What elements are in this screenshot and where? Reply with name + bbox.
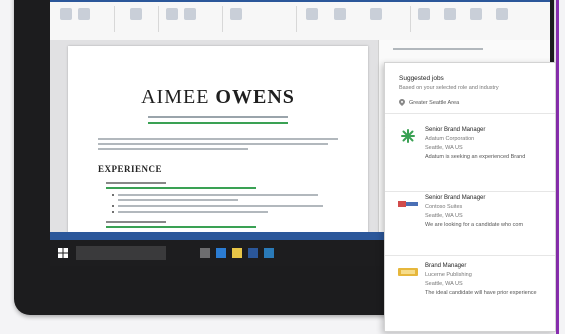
job-title (106, 187, 256, 189)
bullet (112, 194, 114, 196)
job-title: Brand Manager (425, 263, 467, 269)
bullet (112, 211, 114, 213)
ribbon-tool-icon[interactable] (496, 8, 508, 20)
resume-page[interactable]: AIMEE OWENS EXPERIENCE (68, 46, 368, 246)
ribbon-tool-icon[interactable] (60, 8, 72, 20)
job-title: Senior Brand Manager (425, 195, 486, 201)
ribbon-group (118, 6, 159, 32)
ribbon-tool-icon[interactable] (370, 8, 382, 20)
location-pin-icon (399, 99, 405, 106)
location-filter[interactable]: Greater Seattle Area (399, 99, 459, 106)
windows-start-icon[interactable] (58, 248, 68, 258)
ribbon (50, 2, 550, 41)
summary-text (98, 143, 328, 145)
ribbon-tool-icon[interactable] (306, 8, 318, 20)
divider (385, 255, 555, 256)
ribbon-tool-icon[interactable] (230, 8, 242, 20)
bullet-text (118, 211, 268, 213)
contoso-logo-icon (398, 201, 418, 207)
bullet-text (118, 205, 323, 207)
contact-address (148, 116, 288, 118)
ribbon-tool-icon[interactable] (444, 8, 456, 20)
store-icon[interactable] (264, 248, 274, 258)
job-location: Seattle, WA US (425, 281, 463, 287)
adatum-logo-icon (401, 129, 415, 143)
ribbon-group (414, 6, 544, 32)
bullet-text (118, 194, 318, 196)
task-view-icon[interactable] (200, 248, 210, 258)
ribbon-tool-icon[interactable] (184, 8, 196, 20)
ribbon-group (54, 6, 115, 32)
edge-icon[interactable] (216, 248, 226, 258)
job-location: Seattle, WA US (425, 213, 463, 219)
job-description: Adatum is seeking an experienced Brand (425, 154, 526, 160)
job-location: Seattle, WA US (425, 145, 463, 151)
summary-text (98, 148, 248, 150)
location-label: Greater Seattle Area (409, 99, 460, 106)
card-subtitle: Based on your selected role and industry (399, 85, 499, 91)
last-name: OWENS (215, 86, 295, 108)
summary-text (98, 138, 338, 140)
ribbon-tool-icon[interactable] (470, 8, 482, 20)
job-dates (106, 221, 166, 223)
section-heading: EXPERIENCE (98, 164, 163, 174)
ribbon-group (300, 6, 411, 32)
job-title (106, 226, 256, 228)
ribbon-tool-icon[interactable] (166, 8, 178, 20)
ribbon-tool-icon[interactable] (78, 8, 90, 20)
ribbon-group (226, 6, 297, 32)
job-listing[interactable]: Brand Manager Lucerne Publishing Seattle… (385, 259, 555, 321)
lucerne-logo-icon (398, 268, 418, 276)
bullet (112, 205, 114, 207)
job-description: We are looking for a candidate who com (425, 222, 524, 228)
job-dates (106, 182, 166, 184)
taskbar-search-box[interactable] (76, 246, 166, 260)
pane-heading (393, 48, 483, 50)
card-title: Suggested jobs (399, 75, 444, 82)
suggested-jobs-card: Suggested jobs Based on your selected ro… (384, 62, 556, 332)
job-listing[interactable]: Senior Brand Manager Contoso Suites Seat… (385, 191, 555, 253)
divider (385, 113, 555, 114)
ribbon-tool-icon[interactable] (130, 8, 142, 20)
accent-bar (556, 0, 559, 334)
job-company: Contoso Suites (425, 204, 463, 210)
contact-links (148, 122, 288, 124)
ribbon-group (162, 6, 223, 32)
bullet-text (118, 199, 238, 201)
job-title: Senior Brand Manager (425, 127, 486, 133)
job-listing[interactable]: Senior Brand Manager Adatum Corporation … (385, 123, 555, 185)
ribbon-tool-icon[interactable] (418, 8, 430, 20)
file-explorer-icon[interactable] (232, 248, 242, 258)
first-name: AIMEE (141, 86, 210, 108)
word-taskbar-icon[interactable] (248, 248, 258, 258)
resume-name: AIMEE OWENS (68, 86, 368, 109)
ribbon-tool-icon[interactable] (334, 8, 346, 20)
job-description: The ideal candidate will have prior expe… (425, 290, 537, 296)
job-company: Adatum Corporation (425, 136, 475, 142)
job-company: Lucerne Publishing (425, 272, 472, 278)
